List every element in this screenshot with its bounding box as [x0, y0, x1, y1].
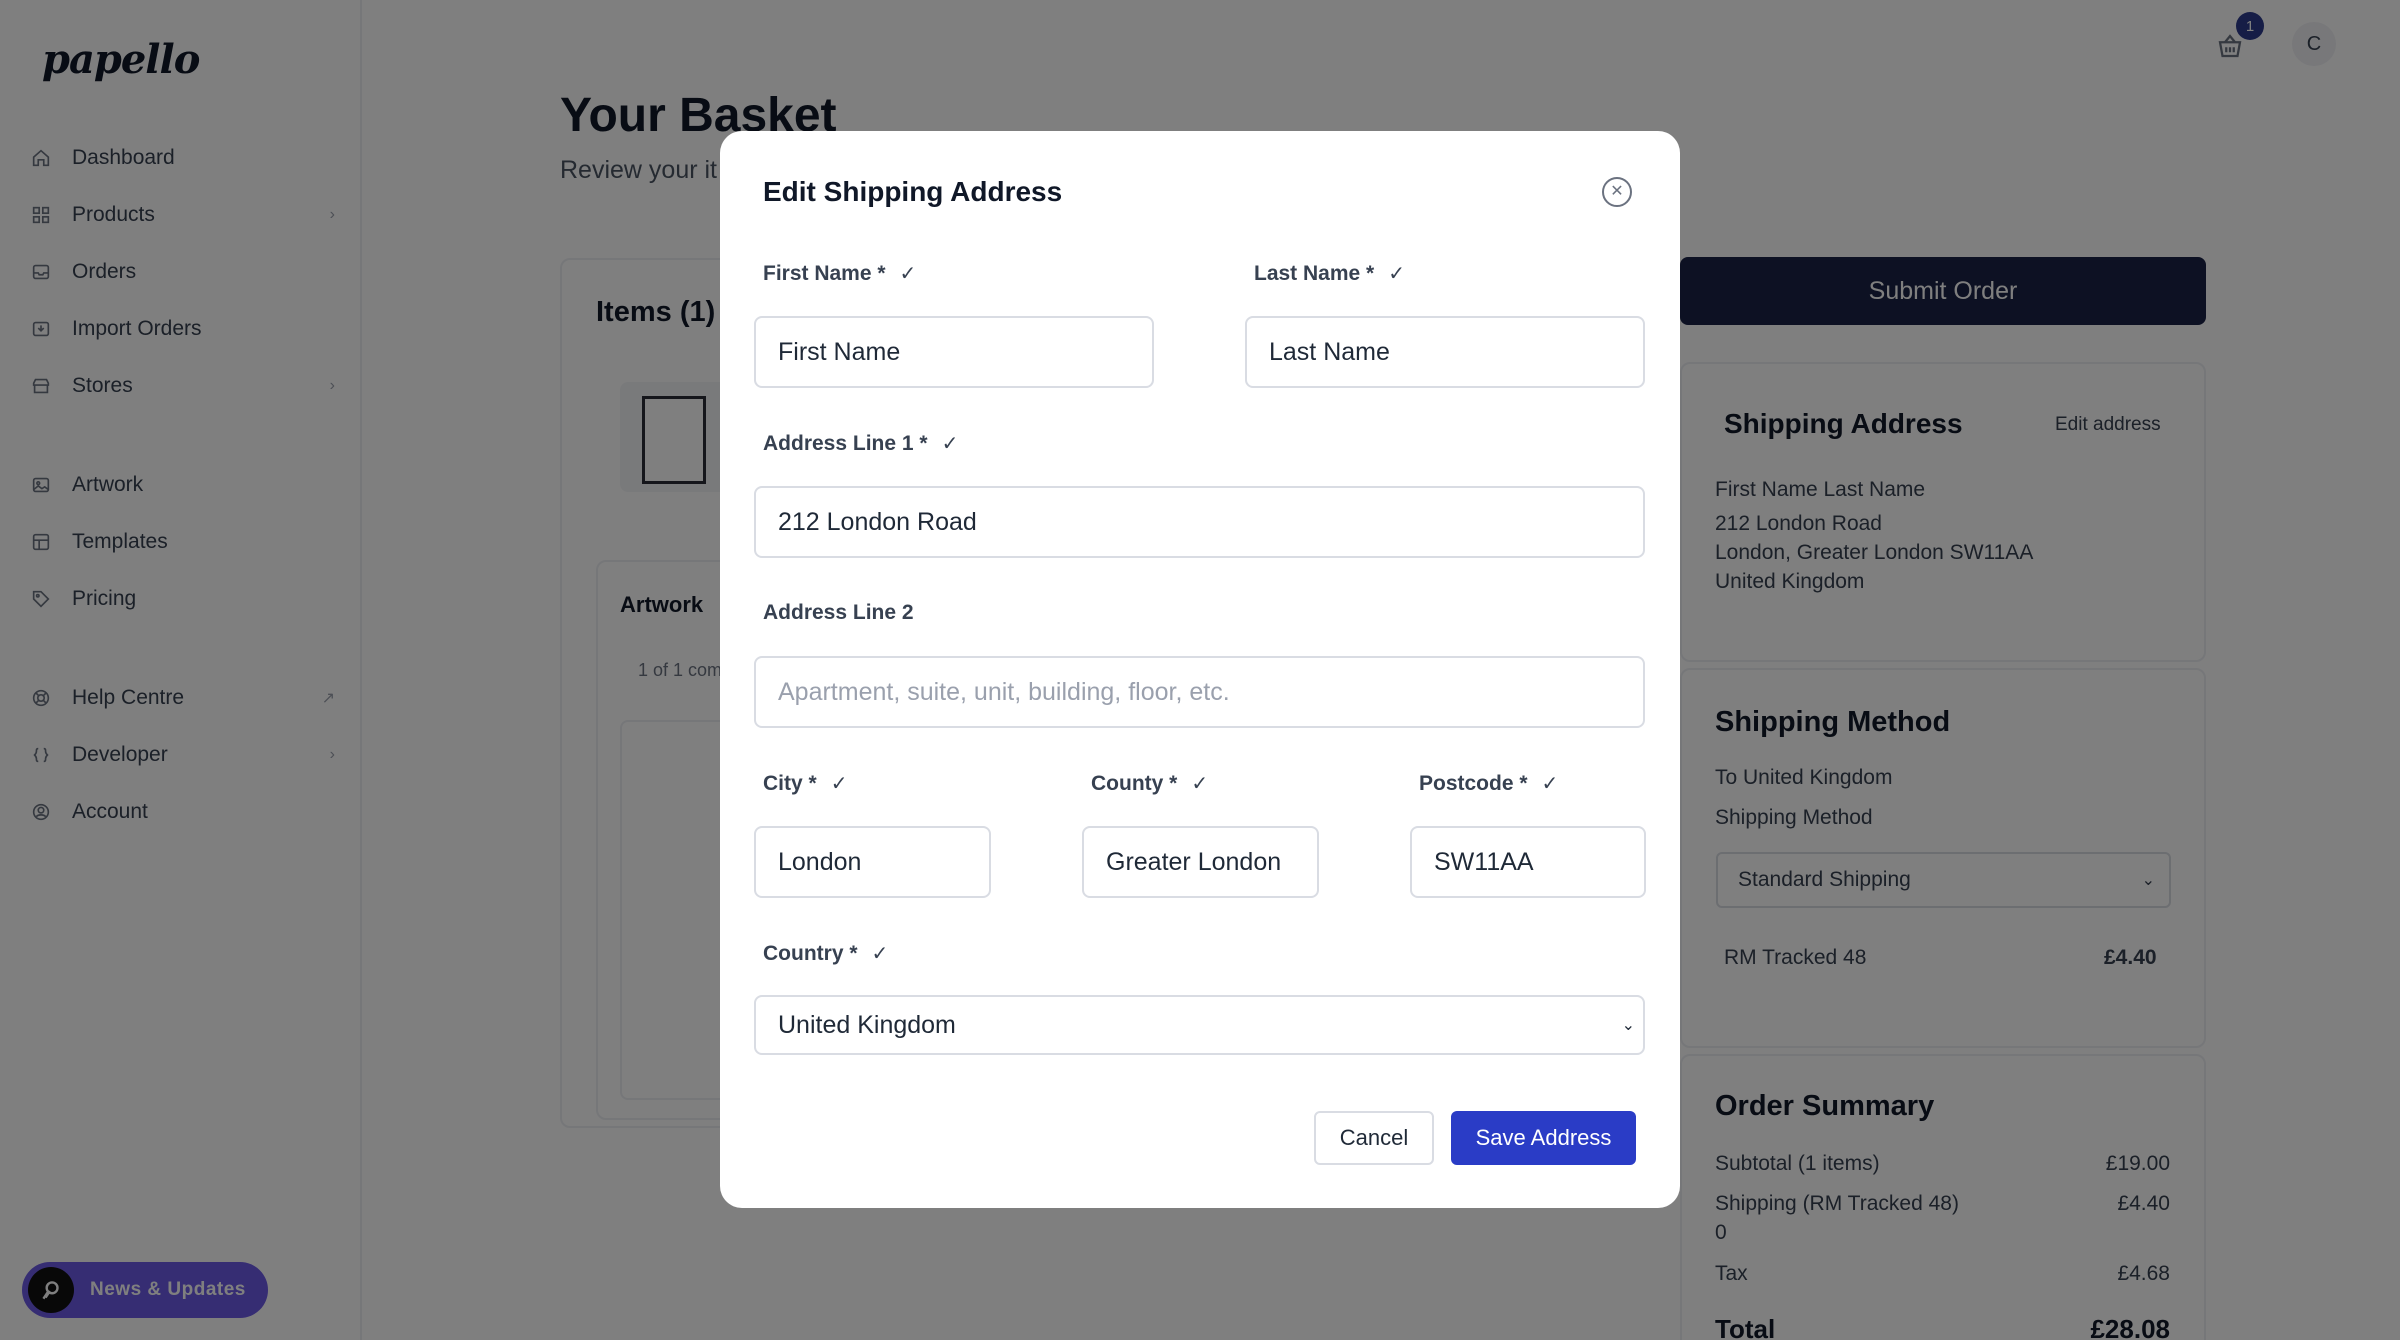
country-label-text: Country * — [763, 941, 858, 965]
check-icon: ✓ — [871, 943, 889, 965]
last-name-label: Last Name * ✓ — [1254, 261, 1405, 286]
city-field[interactable] — [754, 826, 991, 898]
county-label: County * ✓ — [1091, 771, 1208, 796]
address-line2-label: Address Line 2 — [763, 601, 914, 625]
address-line1-label-text: Address Line 1 * — [763, 431, 928, 455]
edit-shipping-address-modal: Edit Shipping Address ✕ First Name * ✓ L… — [720, 131, 1680, 1208]
modal-title: Edit Shipping Address — [763, 176, 1063, 207]
first-name-label: First Name * ✓ — [763, 261, 916, 286]
last-name-field[interactable] — [1245, 316, 1645, 388]
last-name-label-text: Last Name * — [1254, 261, 1375, 285]
first-name-field[interactable] — [754, 316, 1154, 388]
country-select-value: United Kingdom — [778, 1010, 956, 1039]
county-label-text: County * — [1091, 771, 1178, 795]
city-label: City * ✓ — [763, 771, 847, 796]
check-icon: ✓ — [1191, 773, 1209, 795]
postcode-label-text: Postcode * — [1419, 771, 1528, 795]
address-line1-field[interactable] — [754, 486, 1645, 558]
country-label: Country * ✓ — [763, 941, 888, 966]
check-icon: ✓ — [941, 433, 959, 455]
address-line2-label-text: Address Line 2 — [763, 601, 914, 624]
check-icon: ✓ — [830, 773, 848, 795]
postcode-field[interactable] — [1410, 826, 1646, 898]
save-address-button[interactable]: Save Address — [1451, 1111, 1636, 1165]
cancel-button[interactable]: Cancel — [1314, 1111, 1434, 1165]
county-field[interactable] — [1082, 826, 1319, 898]
postcode-label: Postcode * ✓ — [1419, 771, 1558, 796]
chevron-down-icon: ⌄ — [1621, 1017, 1635, 1034]
address-line1-label: Address Line 1 * ✓ — [763, 431, 958, 456]
city-label-text: City * — [763, 771, 817, 795]
check-icon: ✓ — [899, 263, 917, 285]
country-select[interactable]: United Kingdom ⌄ — [754, 995, 1645, 1055]
close-icon[interactable]: ✕ — [1602, 177, 1632, 207]
address-line2-field[interactable] — [754, 656, 1645, 728]
check-icon: ✓ — [1541, 773, 1559, 795]
first-name-label-text: First Name * — [763, 261, 886, 285]
check-icon: ✓ — [1388, 263, 1405, 285]
